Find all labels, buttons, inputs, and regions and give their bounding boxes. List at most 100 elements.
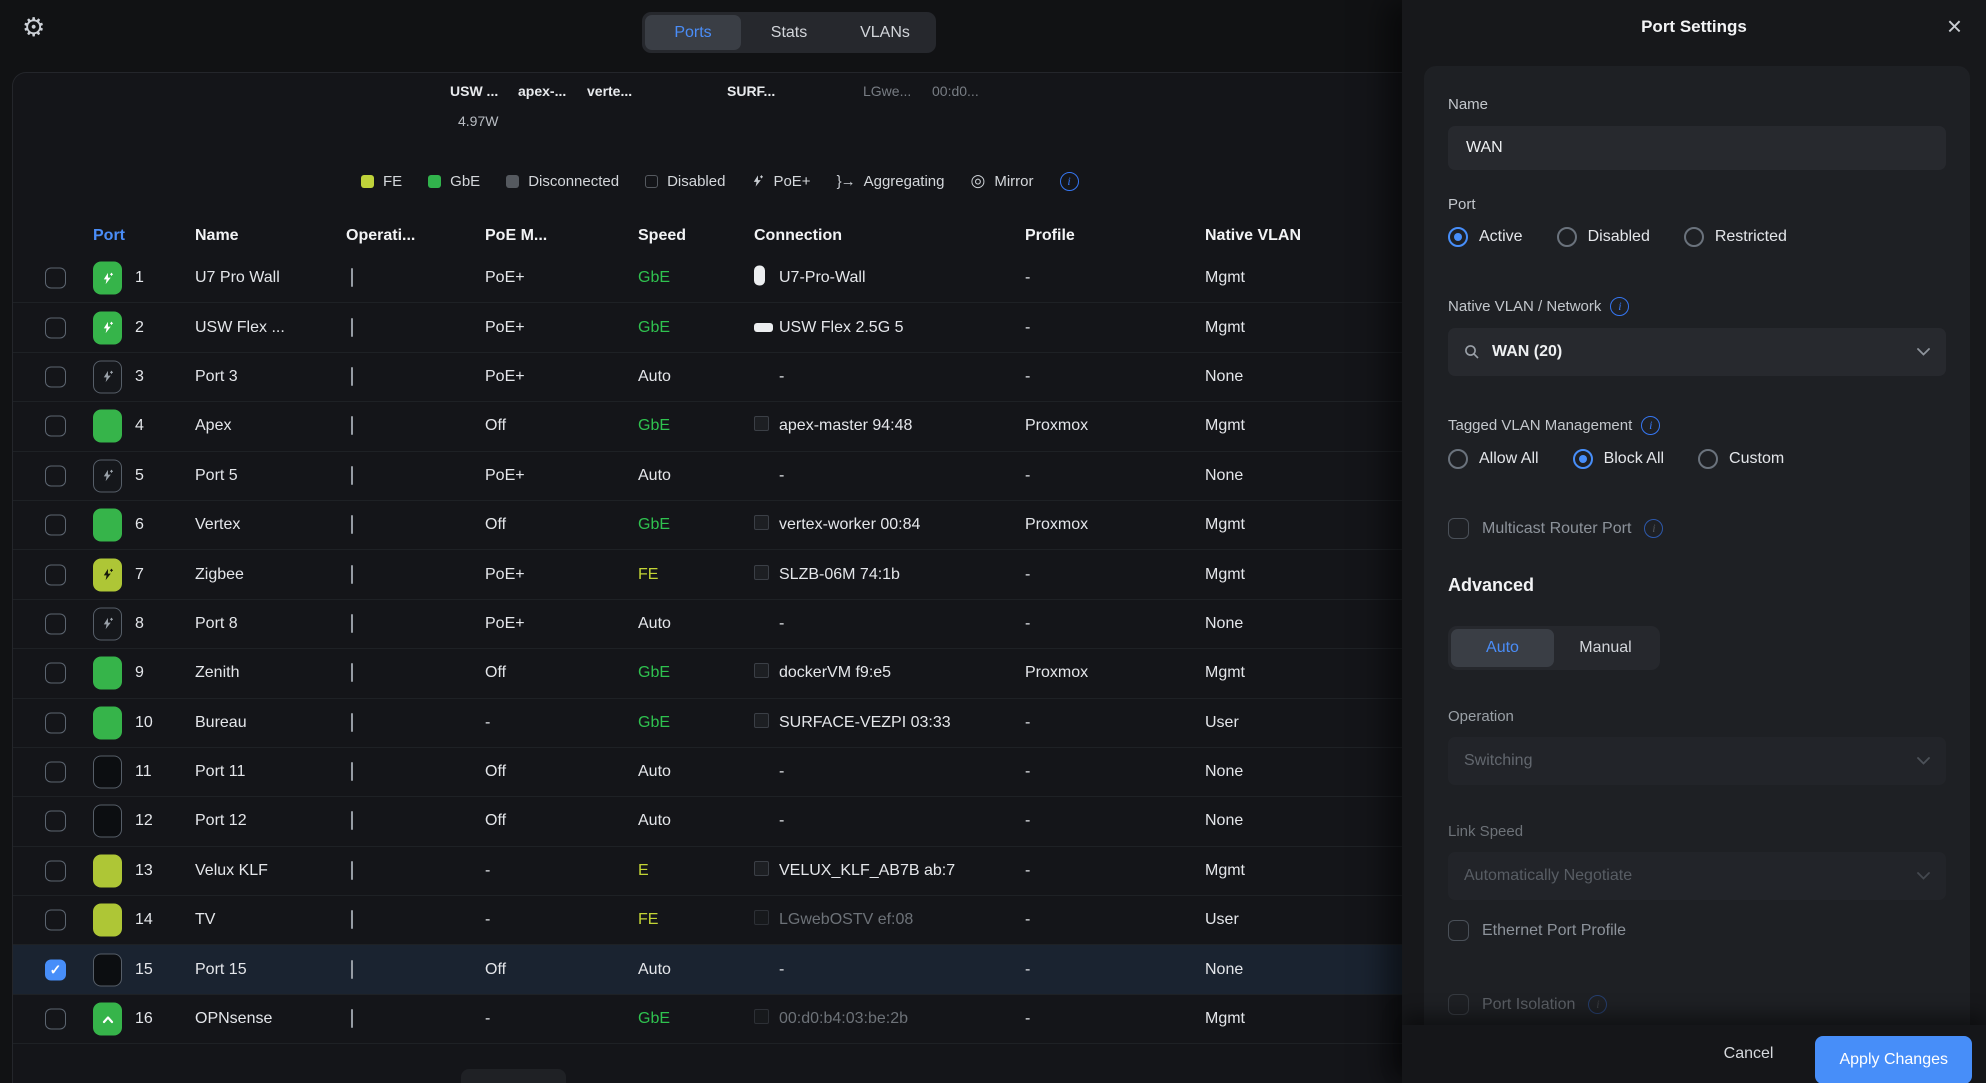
legend-info-icon[interactable]: i [1060,172,1079,191]
tab-stats[interactable]: Stats [741,15,837,50]
profile: - [1025,961,1030,979]
poe-mode: - [485,862,490,880]
legend-label: Disabled [667,173,725,190]
port-name: Port 8 [195,615,335,633]
ethernet-port-profile-checkbox[interactable]: Ethernet Port Profile [1448,920,1946,941]
tab-ports[interactable]: Ports [645,15,741,50]
port-isolation-info-icon[interactable]: i [1588,995,1607,1014]
cancel-button[interactable]: Cancel [1724,1045,1774,1063]
aggregate-icon: }→ [837,173,855,190]
operation-select[interactable]: Switching [1448,737,1946,785]
tab-vlans[interactable]: VLANs [837,15,933,50]
port-name: Apex [195,417,335,435]
column-header-port[interactable]: Port [93,227,125,245]
mirror-icon: ◎ [971,171,986,191]
row-checkbox[interactable] [45,366,66,387]
port-number: 5 [135,467,144,485]
column-header-speed[interactable]: Speed [638,227,686,245]
native-vlan: Mgmt [1205,566,1245,584]
profile: - [1025,1010,1030,1028]
column-header-native-vlan[interactable]: Native VLAN [1205,227,1301,245]
poe-mode: Off [485,417,506,435]
speed: GbE [638,417,670,435]
radio-disabled[interactable]: Disabled [1557,227,1650,247]
column-header-profile[interactable]: Profile [1025,227,1075,245]
legend-disconnected: Disconnected [506,173,619,190]
native-vlan: None [1205,368,1243,386]
native-vlan-select[interactable]: WAN (20) [1448,328,1946,376]
row-checkbox[interactable] [45,860,66,881]
radio-block-all[interactable]: Block All [1573,449,1664,469]
native-vlan-info-icon[interactable]: i [1610,297,1629,316]
bolt-icon [751,174,764,188]
connection-name: - [779,467,1007,485]
fe-swatch [361,175,374,188]
settings-gear-icon[interactable]: ⚙ [22,12,45,43]
row-checkbox[interactable] [45,416,66,437]
mode-auto[interactable]: Auto [1451,629,1554,667]
apply-changes-button[interactable]: Apply Changes [1815,1036,1972,1083]
multicast-label: Multicast Router Port [1482,520,1631,538]
native-vlan: Mgmt [1205,319,1245,337]
legend-poe: PoE+ [751,173,810,190]
connection-name: - [779,763,1007,781]
poe-mode: Off [485,664,506,682]
port-number: 2 [135,319,144,337]
port-isolation-label: Port Isolation [1482,996,1575,1014]
row-checkbox[interactable] [45,910,66,931]
switching-operation-icon [351,960,353,979]
poe-power-value: 4.97W [458,113,498,129]
speed: Auto [638,763,671,781]
row-checkbox[interactable] [45,1009,66,1030]
column-header-operation[interactable]: Operati... [346,227,415,245]
port-icon [93,657,122,690]
pagination-control[interactable] [461,1069,566,1083]
port-name: USW Flex ... [195,319,335,337]
poe-mode: Off [485,812,506,830]
port-icon [93,953,122,986]
port-state-radios: Active Disabled Restricted [1448,227,1946,247]
row-checkbox[interactable] [45,613,66,634]
radio-restricted[interactable]: Restricted [1684,227,1787,247]
profile: - [1025,615,1030,633]
radio-dot [1448,227,1468,247]
row-checkbox[interactable] [45,762,66,783]
port-icon [93,509,122,542]
name-input[interactable]: WAN [1448,126,1946,170]
native-vlan: None [1205,763,1243,781]
link-speed-select[interactable]: Automatically Negotiate [1448,852,1946,900]
row-checkbox[interactable] [45,317,66,338]
link-speed-value: Automatically Negotiate [1464,867,1917,885]
row-checkbox[interactable] [45,811,66,832]
close-icon[interactable]: × [1947,10,1962,44]
multicast-router-checkbox[interactable]: Multicast Router Port i [1448,518,1946,539]
column-header-poe-mode[interactable]: PoE M... [485,227,547,245]
port-isolation-checkbox[interactable]: Port Isolation i [1448,994,1946,1015]
tagged-vlan-label: Tagged VLAN Management i [1448,416,1946,435]
checkbox-box [1448,518,1469,539]
tagged-vlan-info-icon[interactable]: i [1641,416,1660,435]
multicast-info-icon[interactable]: i [1644,519,1663,538]
column-header-connection[interactable]: Connection [754,227,842,245]
mode-manual[interactable]: Manual [1554,629,1657,667]
column-header-name[interactable]: Name [195,227,335,245]
legend-label: FE [383,173,402,190]
row-checkbox[interactable] [45,515,66,536]
port-number: 6 [135,516,144,534]
radio-active[interactable]: Active [1448,227,1523,247]
profile: - [1025,714,1030,732]
connection-name: VELUX_KLF_AB7B ab:7 [779,862,1007,880]
row-checkbox[interactable] [45,465,66,486]
switching-operation-icon [351,1009,353,1028]
row-checkbox[interactable]: ✓ [45,959,66,980]
row-checkbox[interactable] [45,663,66,684]
port-number: 15 [135,961,153,979]
speed: FE [638,911,658,929]
port-name: U7 Pro Wall [195,269,335,287]
row-checkbox[interactable] [45,564,66,585]
row-checkbox[interactable] [45,712,66,733]
connection-name: - [779,961,1007,979]
radio-allow-all[interactable]: Allow All [1448,449,1539,469]
radio-custom[interactable]: Custom [1698,449,1784,469]
row-checkbox[interactable] [45,268,66,289]
